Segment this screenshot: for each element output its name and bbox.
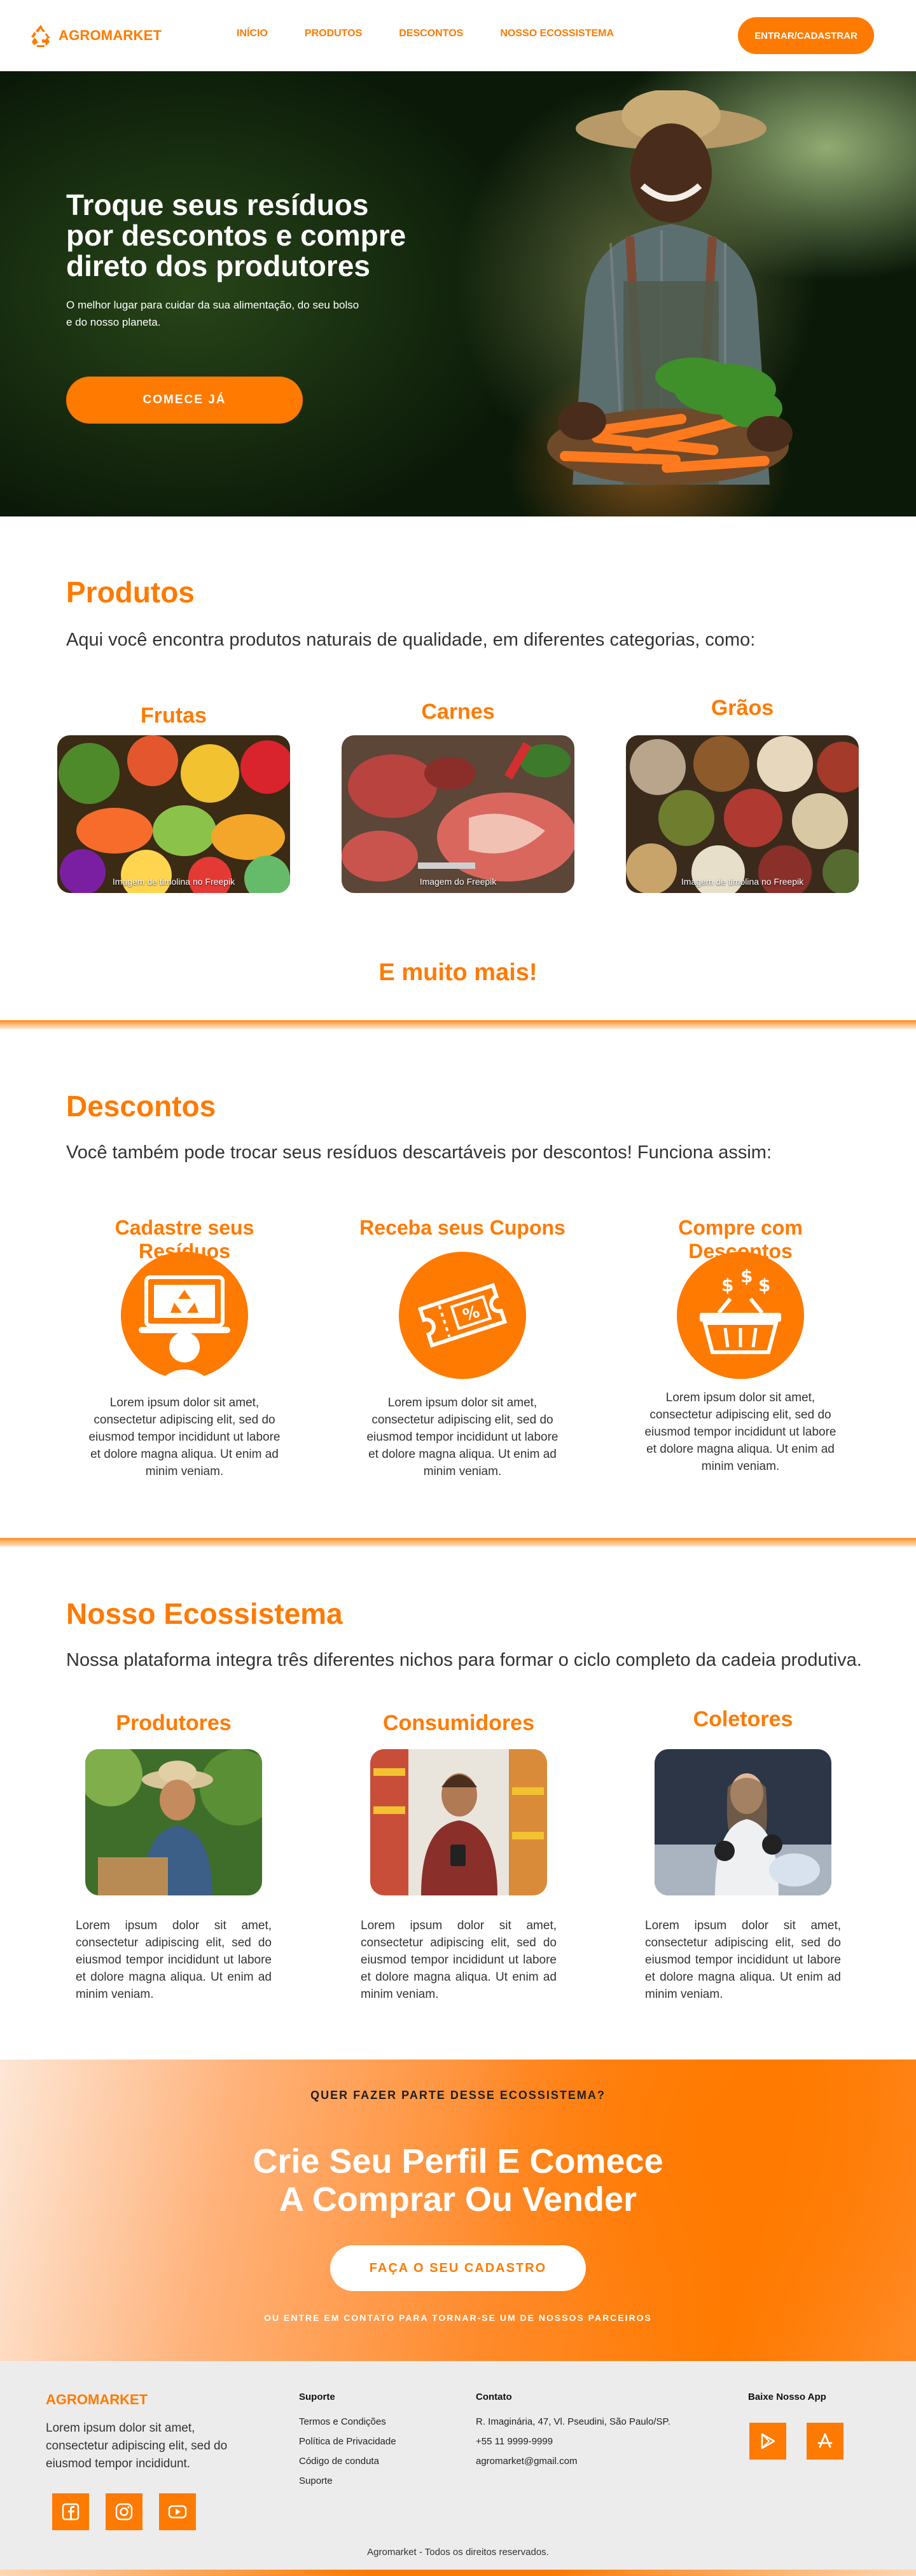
section-divider	[0, 1020, 916, 1029]
step-text: Lorem ipsum dolor sit amet, consectetur …	[644, 1391, 836, 1473]
footer-app: Baixe Nosso App	[748, 2392, 843, 2460]
hero-subtitle: O melhor lugar para cuidar da sua alimen…	[66, 299, 359, 328]
footer-accent-bar	[0, 2570, 916, 2576]
eco-text: Lorem ipsum dolor sit amet, consectetur …	[645, 1919, 841, 2001]
nav-inicio[interactable]: INÍCIO	[237, 28, 268, 39]
ecosystem-description: Nossa plataforma integra três diferentes…	[66, 1650, 862, 1670]
cta-section: QUER FAZER PARTE DESSE ECOSSISTEMA? Crie…	[0, 2060, 916, 2361]
step-title: Cadastre seus Resíduos	[114, 1216, 254, 1263]
support-link[interactable]: Suporte	[299, 2476, 396, 2486]
eco-card-produtores: Produtores Lorem ipsum dolor sit amet, c…	[69, 1711, 279, 2003]
image-credit: Imagem de timolina no Freepik	[681, 876, 804, 887]
svg-text:$: $	[740, 1266, 753, 1287]
hero-section: Troque seus resíduos por descontos e com…	[0, 71, 916, 516]
cta-title-line1: Crie Seu Perfil E Comece	[253, 2142, 663, 2180]
instagram-icon[interactable]	[106, 2493, 142, 2530]
app-store-links	[749, 2423, 843, 2460]
main-nav: INÍCIO PRODUTOS DESCONTOS NOSSO ECOSSIST…	[237, 28, 651, 39]
step-buy-with-discounts: Compre com Descontos $ $ $ Lorem ipsum d…	[626, 1216, 855, 1475]
login-signup-button[interactable]: ENTRAR/CADASTRAR	[738, 17, 874, 54]
image-credit: Imagem do Freepik	[419, 876, 497, 887]
contact-title: Contato	[476, 2392, 512, 2402]
grains-image: Imagem de timolina no Freepik	[626, 735, 859, 893]
ecosystem-title: Nosso Ecossistema	[66, 1597, 343, 1630]
nav-ecossistema[interactable]: NOSSO ECOSSISTEMA	[500, 28, 614, 39]
step-title: Compre com Descontos	[678, 1216, 803, 1263]
cta-kicker: QUER FAZER PARTE DESSE ECOSSISTEMA?	[310, 2089, 606, 2102]
svg-text:$: $	[758, 1275, 770, 1296]
cta-title: Crie Seu Perfil E Comece A Comprar Ou Ve…	[0, 2142, 916, 2219]
consumers-image	[370, 1749, 547, 1895]
brand-name: AGROMARKET	[59, 27, 162, 43]
footer-support: Suporte Termos e Condições Política de P…	[299, 2392, 396, 2495]
product-card-frutas[interactable]: Frutas Imagem de timolina no Freepik	[57, 703, 290, 893]
shopping-basket-dollar-icon: $ $ $	[677, 1252, 804, 1379]
discounts-title: Descontos	[66, 1090, 216, 1123]
step-receive-coupons: Receba seus Cupons % Lorem ipsum dolor s…	[348, 1216, 577, 1480]
app-title: Baixe Nosso App	[748, 2392, 826, 2402]
copyright: Agromarket - Todos os direitos reservado…	[367, 2547, 549, 2558]
site-footer: AGROMARKET Lorem ipsum dolor sit amet, c…	[0, 2361, 916, 2576]
producers-image	[85, 1749, 262, 1895]
facebook-icon[interactable]	[52, 2493, 89, 2530]
privacy-link[interactable]: Política de Privacidade	[299, 2436, 396, 2447]
nav-produtos[interactable]: PRODUTOS	[305, 28, 362, 39]
more-products-text: E muito mais!	[378, 959, 538, 986]
products-description: Aqui você encontra produtos naturais de …	[66, 630, 756, 650]
recycle-logo-icon	[31, 25, 50, 47]
eco-title: Produtores	[116, 1711, 232, 1735]
step-text: Lorem ipsum dolor sit amet, consectetur …	[366, 1396, 559, 1478]
step-text: Lorem ipsum dolor sit amet, consectetur …	[88, 1396, 281, 1478]
hero-start-button[interactable]: COMECE JÁ	[66, 377, 303, 424]
footer-contact: Contato R. Imaginária, 47, Vl. Pseudini,…	[476, 2392, 670, 2476]
product-card-graos[interactable]: Grãos Imagem de timolina no Freepik	[626, 696, 859, 893]
cta-title-line2: A Comprar Ou Vender	[279, 2180, 637, 2219]
terms-link[interactable]: Termos e Condições	[299, 2416, 396, 2427]
footer-about: Lorem ipsum dolor sit amet, consectetur …	[46, 2421, 228, 2470]
products-title: Produtos	[66, 576, 195, 609]
eco-title: Coletores	[693, 1707, 793, 1731]
footer-brand[interactable]: AGROMARKET	[46, 2392, 148, 2408]
step-register-waste: Cadastre seus Resíduos Lorem ipsum dolor…	[70, 1216, 299, 1480]
contact-email[interactable]: agromarket@gmail.com	[476, 2456, 670, 2467]
google-play-icon[interactable]	[749, 2423, 786, 2460]
support-title: Suporte	[299, 2392, 335, 2402]
eco-text: Lorem ipsum dolor sit amet, consectetur …	[76, 1919, 272, 2001]
product-title: Frutas	[141, 703, 207, 728]
brand-logo[interactable]: AGROMARKET	[28, 23, 162, 48]
eco-card-consumidores: Consumidores Lorem ipsum dolor sit amet,…	[354, 1711, 564, 2003]
fruits-image: Imagem de timolina no Freepik	[57, 735, 290, 893]
product-title: Carnes	[421, 700, 495, 724]
youtube-icon[interactable]	[159, 2493, 196, 2530]
discounts-description: Você também pode trocar seus resíduos de…	[66, 1142, 772, 1163]
signup-button[interactable]: FAÇA O SEU CADASTRO	[330, 2245, 586, 2291]
product-title: Grãos	[711, 696, 774, 720]
partner-contact-link[interactable]: OU ENTRE EM CONTATO PARA TORNAR-SE UM DE…	[0, 2313, 916, 2323]
collectors-image	[655, 1749, 831, 1895]
image-credit: Imagem de timolina no Freepik	[112, 876, 235, 887]
meats-image: Imagem do Freepik	[342, 735, 574, 893]
nav-descontos[interactable]: DESCONTOS	[399, 28, 463, 39]
eco-card-coletores: Coletores Lorem ipsum dolor sit amet, co…	[638, 1707, 848, 2003]
product-card-carnes[interactable]: Carnes Imagem do Freepik	[342, 700, 574, 893]
contact-address: R. Imaginária, 47, Vl. Pseudini, São Pau…	[476, 2416, 670, 2427]
section-divider	[0, 1538, 916, 1547]
laptop-recycle-icon	[121, 1252, 248, 1379]
conduct-link[interactable]: Código de conduta	[299, 2456, 396, 2467]
eco-title: Consumidores	[382, 1711, 535, 1735]
svg-text:$: $	[721, 1275, 733, 1296]
app-store-icon[interactable]	[807, 2423, 843, 2460]
contact-phone: +55 11 9999-9999	[476, 2436, 553, 2447]
eco-text: Lorem ipsum dolor sit amet, consectetur …	[361, 1919, 557, 2001]
social-links	[52, 2493, 196, 2530]
step-title: Receba seus Cupons	[359, 1216, 566, 1239]
site-header: AGROMARKET INÍCIO PRODUTOS DESCONTOS NOS…	[0, 0, 916, 71]
hero-title: Troque seus resíduos por descontos e com…	[66, 188, 406, 282]
coupon-percent-icon: %	[399, 1252, 526, 1379]
hero-farmer-image	[547, 90, 793, 485]
